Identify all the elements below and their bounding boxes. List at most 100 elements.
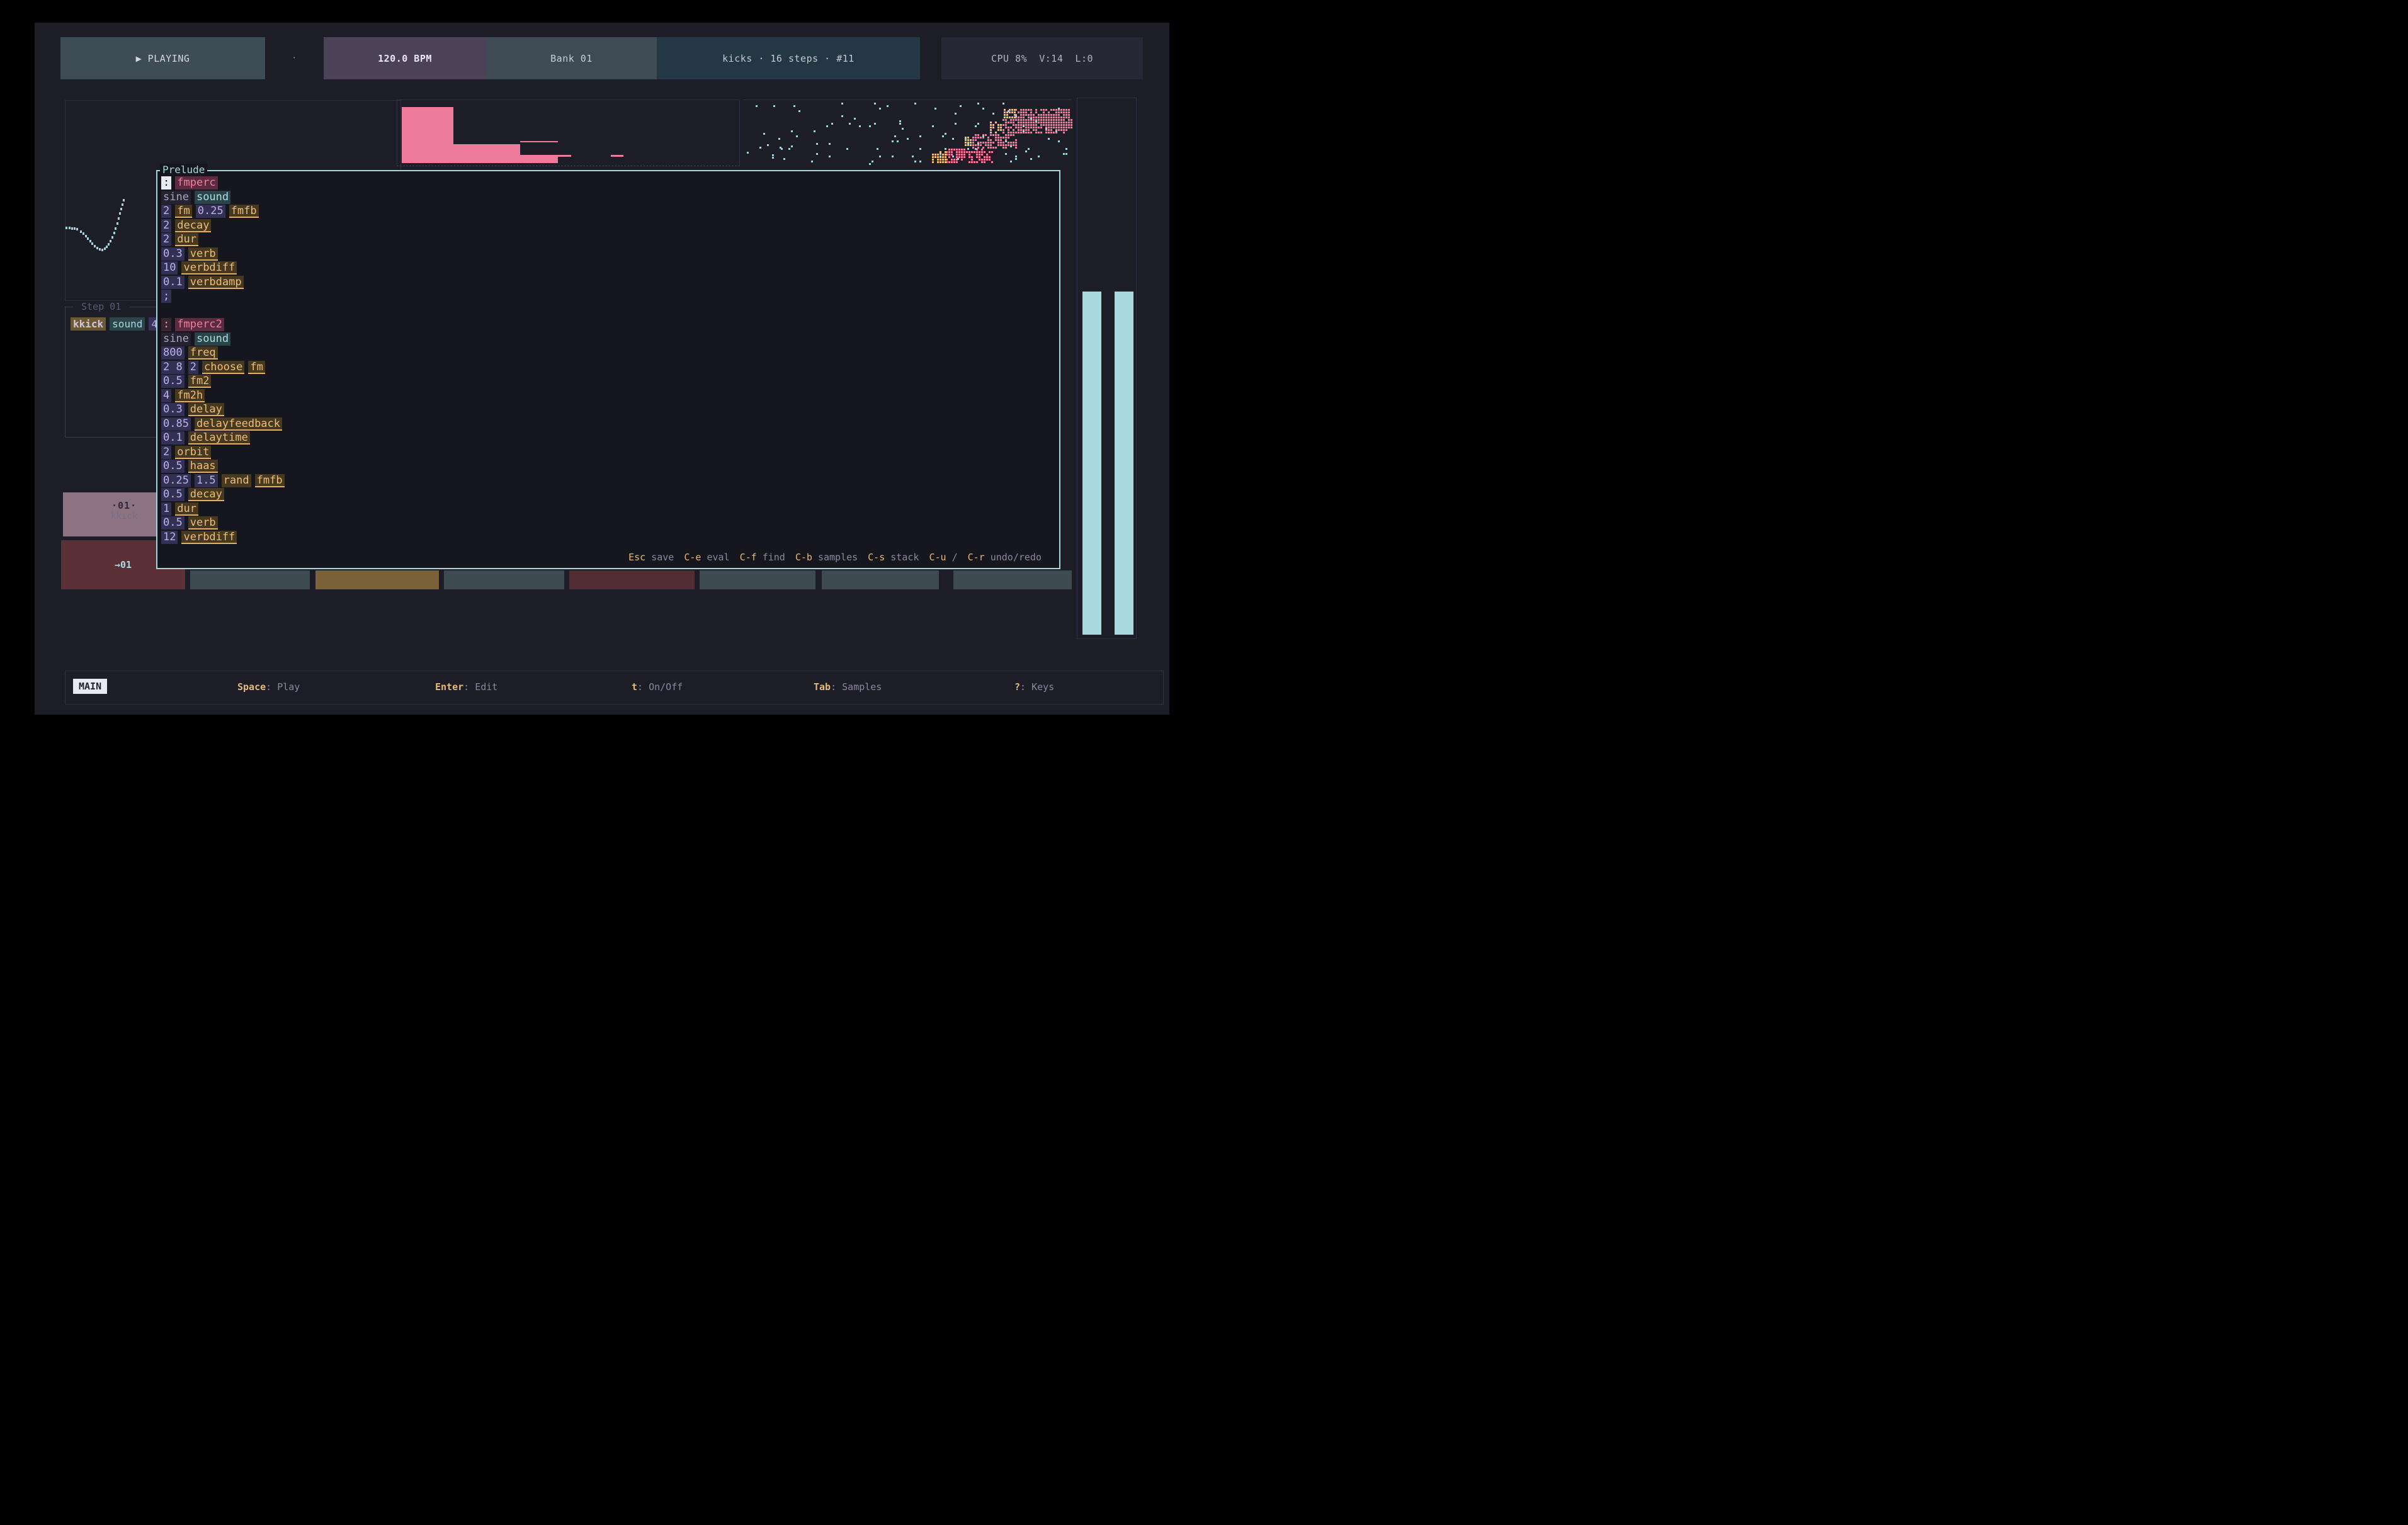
scatter-dot xyxy=(919,148,921,150)
scatter-dot xyxy=(1040,124,1042,126)
pattern-strip-6[interactable] xyxy=(700,570,815,589)
scatter-dot xyxy=(919,161,921,162)
scatter-dot xyxy=(1043,116,1045,118)
pattern-strip-8[interactable] xyxy=(953,570,1072,589)
pattern-strip-2[interactable] xyxy=(190,570,310,589)
scatter-dot xyxy=(952,138,954,140)
scatter-dot xyxy=(1004,111,1006,113)
scatter-dot xyxy=(995,122,997,123)
scatter-dot xyxy=(942,135,944,137)
scatter-dot xyxy=(992,142,994,144)
scatter-dot xyxy=(990,142,992,144)
scatter-dot xyxy=(987,147,989,149)
code-token-plain: sine xyxy=(161,191,191,204)
waveform-dot xyxy=(122,203,123,206)
scatter-dot xyxy=(1038,119,1040,121)
scatter-dot xyxy=(975,144,977,146)
scatter-dot xyxy=(986,159,988,161)
editor-hint-key: C-u xyxy=(929,552,951,563)
scatter-dot xyxy=(1065,109,1067,111)
scatter-dot xyxy=(1053,124,1055,126)
scatter-dot xyxy=(945,148,946,150)
pattern-strip-3[interactable] xyxy=(315,570,439,589)
scatter-dot xyxy=(1063,114,1065,116)
scatter-dot xyxy=(811,161,813,162)
prelude-editor[interactable]: Prelude :fmpercsinesound2fm0.25fmfb2deca… xyxy=(156,170,1060,569)
scatter-dot xyxy=(981,149,983,150)
scatter-dot xyxy=(990,132,992,133)
waveform-dot xyxy=(94,245,96,247)
code-area[interactable]: :fmpercsinesound2fm0.25fmfb2decay2dur0.3… xyxy=(161,176,288,545)
scatter-dot xyxy=(932,159,934,161)
scatter-dot xyxy=(791,145,793,147)
scatter-dot xyxy=(974,161,975,163)
bpm-display[interactable]: 120.0 BPM xyxy=(324,37,486,79)
editor-hint-key: C-b xyxy=(795,552,818,563)
code-token-num: 2 xyxy=(161,219,171,232)
scatter-dot xyxy=(940,161,941,163)
scatter-dot xyxy=(778,138,780,140)
scatter-dot xyxy=(1005,134,1007,136)
scatter-dot xyxy=(1063,124,1065,126)
scatter-dot xyxy=(1038,116,1040,118)
scatter-dot xyxy=(1008,142,1009,144)
scatter-dot xyxy=(1045,132,1047,133)
editor-hint-label: / xyxy=(952,552,958,563)
scatter-dot xyxy=(914,161,916,162)
scatter-dot xyxy=(1028,119,1030,121)
code-token-par: verbdiff xyxy=(181,261,237,275)
code-token-semi: ; xyxy=(161,290,171,303)
scatter-dot xyxy=(1010,134,1012,136)
scatter-dot xyxy=(1000,124,1002,126)
code-token-num: 0.1 xyxy=(161,276,185,289)
step-token-row[interactable]: kkicksound4 xyxy=(71,317,164,331)
scatter-dot xyxy=(1013,124,1014,126)
scatter-dot xyxy=(1038,132,1040,133)
scatter-dot xyxy=(1018,119,1019,121)
editor-hint-key: Esc xyxy=(628,552,651,563)
code-line: 0.5verb xyxy=(161,516,288,531)
scatter-dot xyxy=(951,151,953,153)
scatter-dot xyxy=(879,156,881,157)
scatter-dot xyxy=(945,161,946,163)
scatter-dot xyxy=(982,108,984,110)
code-line: 0.3verb xyxy=(161,247,288,262)
scatter-dot xyxy=(1040,122,1042,123)
scatter-dot xyxy=(1030,122,1032,123)
scatter-dot xyxy=(970,142,972,144)
scatter-dot xyxy=(1035,109,1037,111)
scatter-dot xyxy=(1055,116,1057,118)
mode-badge: MAIN xyxy=(73,679,107,694)
code-line: 0.3delay xyxy=(161,403,288,417)
bank-display[interactable]: Bank 01 xyxy=(486,37,657,79)
waveform-dot xyxy=(119,212,121,215)
waveform-dot xyxy=(115,227,116,230)
scatter-dot xyxy=(1050,122,1052,123)
scatter-dot xyxy=(897,140,899,142)
code-token-num: 2 xyxy=(188,361,198,374)
scatter-dot xyxy=(945,154,946,156)
scatter-dot xyxy=(907,138,909,140)
code-line: 0.1delaytime xyxy=(161,431,288,446)
scatter-dot xyxy=(1010,132,1012,133)
scatter-dot xyxy=(1000,142,1002,144)
pattern-strip-5[interactable] xyxy=(569,570,695,589)
pattern-strip-7[interactable] xyxy=(822,570,939,589)
code-line: :fmperc xyxy=(161,176,288,191)
scatter-dot xyxy=(1045,114,1047,116)
code-token-par: dur xyxy=(175,502,198,516)
scatter-dot xyxy=(958,151,960,153)
scatter-dot xyxy=(1006,116,1008,118)
pattern-strip-4[interactable] xyxy=(444,570,564,589)
scatter-dot xyxy=(932,125,934,127)
scatter-dot xyxy=(997,144,999,146)
transport-status[interactable]: ▶ PLAYING xyxy=(60,37,265,79)
scatter-dot xyxy=(995,137,997,139)
scatter-dot xyxy=(1040,119,1042,121)
code-line: 2orbit xyxy=(161,446,288,460)
scatter-dot xyxy=(1055,124,1057,126)
scatter-dot xyxy=(912,156,914,157)
scatter-dot xyxy=(1002,119,1004,121)
key-hint-play: Space: Play xyxy=(237,681,300,693)
scatter-dot xyxy=(989,156,991,158)
